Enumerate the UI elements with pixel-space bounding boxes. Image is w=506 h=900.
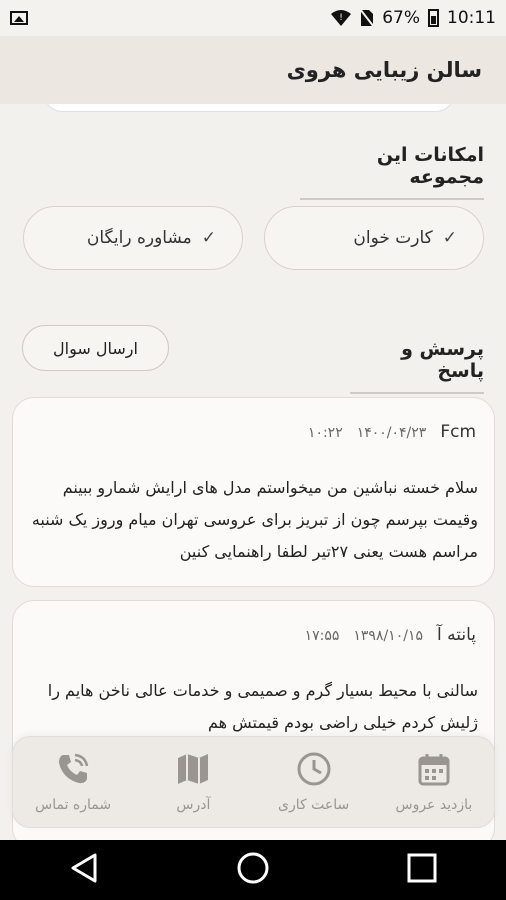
question-text: سالنی با محیط بسیار گرم و صمیمی و خدمات …: [47, 681, 478, 732]
status-bar: ! 67% 10:11: [0, 0, 506, 36]
check-icon: ✓: [442, 228, 457, 248]
previous-card-edge: [44, 104, 454, 112]
question-author: Fcm: [440, 422, 476, 442]
main-content[interactable]: امکانات این مجموعه کارت خوان ✓ مشاوره را…: [0, 104, 506, 840]
svg-text:!: !: [339, 13, 343, 23]
question-text: سلام خسته نباشین من میخواستم مدل های ارا…: [31, 478, 478, 561]
tab-bride-visit[interactable]: بازدید عروس: [375, 751, 493, 813]
battery-percent: 67%: [382, 8, 420, 28]
page-title: سالن زیبایی هروی: [286, 58, 482, 82]
home-icon[interactable]: [235, 850, 271, 890]
tab-label: آدرس: [176, 797, 211, 813]
battery-icon: [428, 9, 439, 27]
facility-label: کارت خوان: [353, 228, 433, 248]
map-icon: [175, 751, 211, 787]
clock-icon: [296, 751, 332, 787]
facility-label: مشاوره رایگان: [86, 228, 192, 248]
question-meta: Fcm ۱۴۰۰/۰۴/۲۳ ۱۰:۲۲: [308, 422, 476, 442]
tab-working-hours[interactable]: ساعت کاری: [255, 751, 373, 813]
recents-icon[interactable]: [405, 851, 439, 889]
question-author: پانته آ: [436, 625, 476, 645]
app-header: سالن زیبایی هروی: [0, 36, 506, 104]
tab-address[interactable]: آدرس: [134, 751, 252, 813]
wifi-icon: !: [331, 10, 352, 26]
no-sim-icon: [360, 9, 375, 27]
image-notification-icon: [10, 11, 28, 25]
tab-label: بازدید عروس: [395, 797, 473, 813]
system-nav-bar: [0, 840, 506, 900]
back-icon[interactable]: [67, 851, 101, 889]
question-time: ۱۰:۲۲: [307, 425, 343, 441]
ask-question-button[interactable]: ارسال سوال: [22, 325, 169, 371]
tab-label: ساعت کاری: [278, 797, 350, 813]
question-time: ۱۷:۵۵: [304, 628, 340, 644]
question-card[interactable]: Fcm ۱۴۰۰/۰۴/۲۳ ۱۰:۲۲ سلام خسته نباشین من…: [12, 397, 495, 587]
calendar-icon: [416, 751, 452, 787]
tab-contact-number[interactable]: شماره تماس: [14, 751, 132, 813]
facility-chip-card-reader: کارت خوان ✓: [264, 206, 484, 270]
phone-icon: [55, 751, 91, 787]
qa-title: پرسش و پاسخ: [350, 338, 484, 394]
tab-label: شماره تماس: [35, 797, 112, 813]
clock-time: 10:11: [447, 8, 496, 28]
question-meta: پانته آ ۱۳۹۸/۱۰/۱۵ ۱۷:۵۵: [305, 625, 476, 645]
facilities-title: امکانات این مجموعه: [300, 144, 484, 200]
check-icon: ✓: [201, 228, 216, 248]
bottom-tab-bar: شماره تماس آدرس ساعت کاری بازدید عروس: [12, 736, 495, 828]
facility-chip-free-consultation: مشاوره رایگان ✓: [23, 206, 243, 270]
question-date: ۱۴۰۰/۰۴/۲۳: [356, 425, 427, 441]
question-date: ۱۳۹۸/۱۰/۱۵: [353, 628, 423, 644]
